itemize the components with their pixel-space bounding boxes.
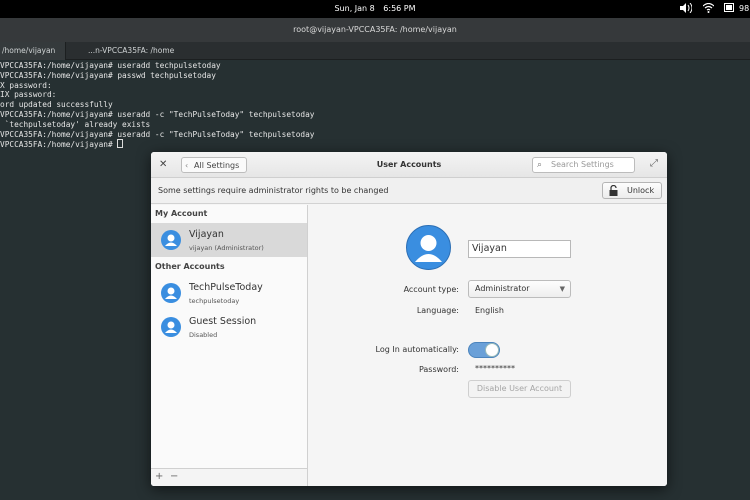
terminal-line: `techpulsetoday' already exists [0,119,151,129]
top-panel: Sun, Jan 8 6:56 PM 98 [0,0,750,18]
toggle-knob [485,343,499,357]
terminal-tab-2[interactable]: ...n-VPCCA35FA: /home [86,42,174,60]
search-icon: ⌕ [537,160,543,170]
terminal-line: X password: [0,80,52,90]
user-name: Guest Session [189,316,257,327]
terminal-tab-1[interactable]: /home/vijayan [0,42,66,60]
sidebar-item-vijayan[interactable]: Vijayan vijayan (Administrator) [151,223,307,257]
user-name: TechPulseToday [189,282,263,293]
autologin-label: Log In automatically: [375,345,459,354]
terminal-line: VPCCA35FA:/home/vijayan# useradd -c "Tec… [0,109,315,119]
password-label: Password: [418,365,459,374]
account-type-label: Account type: [403,285,459,294]
expand-icon[interactable]: ⤢ [650,158,658,169]
account-details: Vijayan Account type: Administrator ▼ La… [309,205,667,486]
battery-percent: 98 [739,4,750,13]
terminal-line: ord updated successfully [0,100,113,110]
language-label: Language: [416,306,459,315]
user-avatar[interactable] [406,225,451,270]
dialog-header: ✕ ‹ All Settings User Accounts ⌕ Search … [151,152,667,178]
search-settings-input[interactable]: ⌕ Search Settings [532,157,635,173]
user-subtitle: Disabled [189,331,218,339]
sidebar-item-techpulsetoday[interactable]: TechPulseToday techpulsetoday [151,276,307,310]
panel-date: Sun, Jan 8 [334,4,375,13]
info-bar: Some settings require administrator righ… [151,178,667,204]
battery-icon[interactable] [724,3,735,15]
language-value[interactable]: English [475,306,504,315]
terminal-tabs: /home/vijayan ...n-VPCCA35FA: /home [0,42,750,60]
terminal-prompt: VPCCA35FA:/home/vijayan# [0,140,118,150]
user-accounts-dialog: ✕ ‹ All Settings User Accounts ⌕ Search … [151,152,667,486]
account-type-value: Administrator [475,284,530,293]
password-value[interactable]: ********** [475,364,515,373]
autologin-toggle[interactable] [468,342,500,358]
info-message: Some settings require administrator righ… [158,186,389,195]
terminal-prompt-line: VPCCA35FA:/home/vijayan# [0,139,750,150]
user-avatar-icon [161,230,181,250]
accounts-sidebar: My Account Vijayan vijayan (Administrato… [151,205,308,486]
user-subtitle: vijayan (Administrator) [189,244,264,252]
user-avatar-icon [161,283,181,303]
user-name: Vijayan [189,229,224,240]
account-type-select[interactable]: Administrator ▼ [468,280,571,298]
terminal-title: root@vijayan-VPCCA35FA: /home/vijayan [0,18,750,42]
full-name-field[interactable]: Vijayan [468,240,571,258]
search-placeholder: Search Settings [551,160,614,169]
user-avatar-icon [161,317,181,337]
terminal-line: VPCCA35FA:/home/vijayan# passwd techpuls… [0,70,216,80]
add-user-button[interactable]: + [155,471,163,482]
remove-user-button[interactable]: − [170,471,178,482]
terminal-line: VPCCA35FA:/home/vijayan# useradd -c "Tec… [0,129,315,139]
volume-icon[interactable] [680,2,693,16]
user-subtitle: techpulsetoday [189,297,240,305]
lock-icon [609,184,618,201]
disable-account-button[interactable]: Disable User Account [468,380,571,398]
panel-clock[interactable]: Sun, Jan 8 6:56 PM [0,4,750,13]
sidebar-item-guest-session[interactable]: Guest Session Disabled [151,310,307,344]
terminal-line: IX password: [0,90,57,100]
wifi-icon[interactable] [702,2,715,16]
terminal-line: VPCCA35FA:/home/vijayan# useradd techpul… [0,61,221,70]
other-accounts-header: Other Accounts [155,262,225,271]
my-account-header: My Account [155,209,208,218]
chevron-down-icon: ▼ [559,285,565,293]
panel-time: 6:56 PM [383,4,416,13]
unlock-button[interactable]: Unlock [602,182,662,199]
terminal-cursor [117,139,124,149]
sidebar-footer: + − [151,468,307,486]
unlock-label: Unlock [627,186,655,195]
